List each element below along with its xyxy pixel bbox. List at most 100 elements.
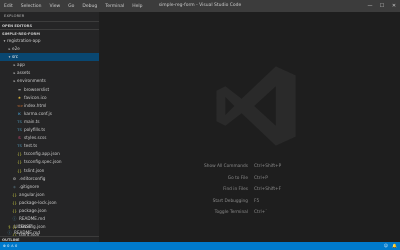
shortcut-label: Go to File	[227, 175, 248, 181]
shortcut-keys: Ctrl+Shift+P	[254, 164, 282, 170]
tree-item-label: README.md	[14, 230, 40, 235]
json-icon: {}	[17, 159, 22, 165]
file-item[interactable]: {} tsconfig.app.json	[0, 150, 99, 158]
file-item[interactable]: TS test.ts	[0, 142, 99, 150]
shortcut-keys: F5	[254, 198, 260, 204]
tree-item-label: environments	[17, 78, 46, 84]
file-item[interactable]: ◆ .gitignore	[0, 183, 99, 191]
shortcut-row: Show All Commands Ctrl+Shift+P	[99, 161, 400, 173]
editor-area: Show All Commands Ctrl+Shift+P Go to File C…	[99, 12, 400, 242]
shortcut-keys: Ctrl+`	[254, 210, 268, 216]
sidebar-bottom: § LICENSE ⓘ README.md OUTLINE	[0, 224, 99, 242]
file-item[interactable]: Sstyles.scss	[0, 134, 99, 142]
file-item[interactable]: TS main.ts	[0, 118, 99, 126]
scss-icon: S	[18, 135, 21, 141]
file-item[interactable]: <> index.html	[0, 102, 99, 110]
list-icon: ≡	[17, 86, 22, 92]
folder-item[interactable]: ▸ assets	[0, 69, 99, 77]
tree-item-label: main.ts	[24, 118, 40, 124]
info-icon: ⓘ	[12, 216, 17, 222]
maximize-button[interactable]: ☐	[376, 0, 388, 12]
tree-item-label: test.ts	[24, 143, 38, 149]
file-item[interactable]: ★ favicon.ico	[0, 94, 99, 102]
json-icon: {}	[12, 207, 17, 213]
notifications-icon[interactable]: 🔔	[392, 242, 397, 250]
tree-item-label: index.html	[24, 102, 47, 108]
file-item[interactable]: ⓘ README.md	[0, 215, 99, 223]
feedback-icon[interactable]: ☺	[384, 242, 388, 250]
shortcut-label: Find in Files	[223, 187, 248, 193]
shortcut-keys: Ctrl+P	[254, 175, 268, 181]
folder-item[interactable]: ▸ e2e	[0, 45, 99, 53]
folder-item[interactable]: ▸ app	[0, 61, 99, 69]
tree-item-label: angular.json	[19, 191, 45, 197]
menu-item-go[interactable]: Go	[64, 4, 78, 9]
menu-item-selection[interactable]: Selection	[17, 4, 46, 9]
menu-item-edit[interactable]: Edit	[0, 4, 17, 9]
menu-item-terminal[interactable]: Terminal	[101, 4, 128, 9]
open-editors-section[interactable]: OPEN EDITORS	[0, 21, 99, 29]
tree-item-label: package.json	[19, 207, 47, 213]
menu-bar: Edit Selection View Go Debug Terminal Help	[0, 0, 147, 12]
tree-item-label: tslint.json	[24, 167, 45, 173]
git-icon: ◆	[13, 183, 16, 189]
file-tree: ▾ registration-app ▸ e2e ▾ src ▸ app ▸ assets ▸ env…	[0, 37, 99, 239]
tree-item-label: registration-app	[7, 38, 41, 43]
info-icon: ⓘ	[7, 230, 12, 235]
file-item[interactable]: ≡ browserslist	[0, 86, 99, 94]
tree-item-label: app	[17, 62, 25, 68]
tree-item-label: .editorconfig	[19, 175, 46, 181]
menu-item-debug[interactable]: Debug	[78, 4, 101, 9]
vscode-logo-icon	[216, 66, 296, 146]
shortcut-label: Start Debugging	[212, 198, 248, 204]
tree-item-label: favicon.ico	[24, 94, 47, 100]
json-icon: {}	[17, 167, 22, 173]
tree-item-label: README.md	[19, 216, 45, 222]
tree-item-label: assets	[17, 70, 31, 76]
file-item[interactable]: {} tslint.json	[0, 167, 99, 175]
tree-item-label: polyfills.ts	[24, 127, 46, 133]
close-button[interactable]: ✕	[388, 0, 400, 12]
menu-item-help[interactable]: Help	[128, 4, 146, 9]
project-section[interactable]: SIMPLE-REG-FORM	[0, 29, 99, 37]
ts-icon: TS	[17, 143, 22, 149]
star-icon: ★	[17, 94, 22, 100]
menu-item-view[interactable]: View	[45, 4, 64, 9]
file-item[interactable]: {} package-lock.json	[0, 199, 99, 207]
tree-item-label: browserslist	[24, 86, 50, 92]
tree-item-label: .gitignore	[19, 183, 40, 189]
folder-item[interactable]: ▾ src	[0, 53, 99, 62]
problems-status[interactable]: ⊗ 0 ⚠ 0	[3, 242, 17, 250]
tree-item-label: e2e	[12, 46, 20, 52]
tree-item-label: package-lock.json	[19, 199, 57, 205]
shortcut-row: Start Debugging F5	[99, 196, 400, 208]
json-icon: {}	[17, 151, 22, 157]
file-tree-bottom: § LICENSE ⓘ README.md	[0, 224, 99, 236]
tree-item-label: tsconfig.app.json	[24, 151, 60, 157]
shortcut-keys: Ctrl+Shift+F	[254, 187, 282, 193]
tree-item-label: tsconfig.spec.json	[24, 159, 62, 165]
status-bar: ⊗ 0 ⚠ 0 ☺ 🔔	[0, 242, 400, 250]
file-item[interactable]: ⚙ .editorconfig	[0, 175, 99, 183]
gear-icon: ⚙	[12, 175, 17, 181]
folder-item[interactable]: ▸ environments	[0, 77, 99, 85]
explorer-sidebar: EXPLORER OPEN EDITORS SIMPLE-REG-FORM ▾ r…	[0, 12, 99, 242]
file-item[interactable]: {} angular.json	[0, 191, 99, 199]
shortcut-row: Toggle Terminal Ctrl+`	[99, 207, 400, 219]
file-item[interactable]: TS polyfills.ts	[0, 126, 99, 134]
file-item[interactable]: {} package.json	[0, 207, 99, 215]
folder-item[interactable]: ▾ registration-app	[0, 37, 99, 45]
shortcut-list: Show All Commands Ctrl+Shift+P Go to File C…	[99, 161, 400, 219]
file-item[interactable]: {} tsconfig.spec.json	[0, 158, 99, 166]
file-item[interactable]: Kkarma.conf.js	[0, 110, 99, 118]
ts-icon: TS	[17, 127, 22, 133]
shortcut-row: Find in Files Ctrl+Shift+F	[99, 184, 400, 196]
tree-item-label: karma.conf.js	[24, 110, 52, 116]
json-icon: {}	[12, 199, 17, 205]
shortcut-row: Go to File Ctrl+P	[99, 173, 400, 185]
title-bar: Edit Selection View Go Debug Terminal Help sim…	[0, 0, 400, 12]
karma-icon: K	[18, 110, 21, 116]
html-icon: <>	[17, 102, 24, 108]
minimize-button[interactable]: —	[364, 0, 376, 12]
shortcut-label: Toggle Terminal	[214, 210, 248, 216]
